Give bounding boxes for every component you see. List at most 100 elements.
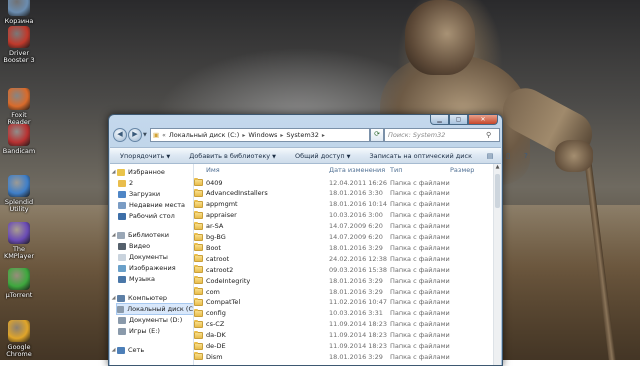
- file-row[interactable]: 0409 12.04.2011 16:26 Папка с файлами: [194, 177, 494, 188]
- desktop-icon-bandicam[interactable]: Bandicam: [0, 124, 38, 155]
- address-bar[interactable]: ▣ « Локальный диск (C:) ▸ Windows ▸ Syst…: [150, 128, 370, 142]
- nav-images[interactable]: Изображения: [118, 263, 176, 273]
- file-date: 09.03.2016 15:38: [329, 265, 388, 274]
- desktop-icon-kmplayer[interactable]: The KMPlayer: [0, 222, 38, 260]
- help-icon[interactable]: ?: [520, 151, 532, 161]
- file-row[interactable]: CodeIntegrity 18.01.2016 3:29 Папка с файл…: [194, 275, 494, 286]
- desktop-icon-google-chrome[interactable]: Google Chrome: [0, 320, 38, 358]
- recent-pages-dropdown[interactable]: ▼: [143, 132, 149, 138]
- music-icon: [118, 275, 126, 283]
- maximize-button[interactable]: ▢: [449, 115, 468, 125]
- nav-desktop[interactable]: Рабочий стол: [118, 211, 175, 221]
- file-name: CompatTel: [206, 298, 241, 307]
- file-date: 18.01.2016 3:30: [329, 189, 383, 198]
- folder-icon: [194, 297, 203, 306]
- expand-icon[interactable]: ◢: [110, 232, 117, 238]
- nav-network[interactable]: ◢ Сеть: [110, 345, 145, 355]
- expand-icon[interactable]: ◢: [110, 347, 117, 353]
- forward-button[interactable]: ▶: [128, 128, 142, 142]
- burn-label: Записать на оптический диск: [369, 151, 472, 160]
- title-bar[interactable]: ▁ ▢ ✕: [109, 115, 502, 125]
- nav-computer[interactable]: ◢ Компьютер: [110, 293, 167, 303]
- search-input[interactable]: [385, 131, 486, 139]
- expand-icon[interactable]: ◢: [110, 295, 117, 301]
- desktop-icon-label: Splendid Utility: [4, 198, 34, 213]
- kmplayer-icon: [8, 222, 30, 244]
- navigation-pane: ◢ Избранное 2 Загрузки Недавние места Раб…: [110, 164, 194, 365]
- nav-desktop-label: Рабочий стол: [129, 212, 175, 220]
- window-controls: ▁ ▢ ✕: [430, 115, 498, 125]
- preview-pane-icon[interactable]: ▯: [502, 151, 514, 161]
- nav-favorite-2[interactable]: 2: [118, 178, 133, 188]
- share-menu[interactable]: Общий доступ ▼: [285, 152, 360, 160]
- file-row[interactable]: de-DE 11.09.2014 18:23 Папка с файлами: [194, 341, 494, 352]
- file-row[interactable]: appraiser 10.03.2016 3:00 Папка с файлами: [194, 210, 494, 221]
- nav-recent-places[interactable]: Недавние места: [118, 200, 185, 210]
- nav-downloads[interactable]: Загрузки: [118, 189, 160, 199]
- file-row[interactable]: catroot2 09.03.2016 15:38 Папка с файлами: [194, 264, 494, 275]
- desktop-icon-recycle-bin[interactable]: Корзина: [0, 0, 38, 25]
- nav-music[interactable]: Музыка: [118, 274, 155, 284]
- chevron-right-icon[interactable]: ▸: [321, 132, 326, 139]
- vertical-scrollbar[interactable]: ▲: [493, 164, 501, 365]
- file-row[interactable]: da-DK 11.09.2014 18:23 Папка с файлами: [194, 330, 494, 341]
- driver-booster-icon: [8, 26, 30, 48]
- view-options-icon[interactable]: ▤: [484, 151, 496, 161]
- close-button[interactable]: ✕: [468, 115, 498, 125]
- file-row[interactable]: CompatTel 11.02.2016 10:47 Папка с файлами: [194, 297, 494, 308]
- file-name: appmgmt: [206, 200, 238, 209]
- desktop-icon-splendid-utility[interactable]: Splendid Utility: [0, 175, 38, 213]
- file-row[interactable]: config 10.03.2016 3:31 Папка с файлами: [194, 308, 494, 319]
- file-row[interactable]: cs-CZ 11.09.2014 18:23 Папка с файлами: [194, 319, 494, 330]
- desktop-icon-utorrent[interactable]: µTorrent: [0, 268, 38, 299]
- breadcrumb-local-disk[interactable]: Локальный диск (C:): [167, 131, 242, 139]
- nav-documents-d[interactable]: Документы (D:): [118, 315, 182, 325]
- file-row[interactable]: ar-SA 14.07.2009 6:20 Папка с файлами: [194, 221, 494, 232]
- nav-video[interactable]: Видео: [118, 241, 150, 251]
- desktop-icon-driver-booster[interactable]: Driver Booster 3: [0, 26, 38, 64]
- breadcrumb-windows[interactable]: Windows: [246, 131, 279, 139]
- organize-menu[interactable]: Упорядочить ▼: [110, 152, 179, 160]
- file-row[interactable]: AdvancedInstallers 18.01.2016 3:30 Папка с…: [194, 188, 494, 199]
- recycle-bin-icon: [8, 0, 30, 16]
- folder-icon: [194, 330, 203, 339]
- search-icon[interactable]: ⚲: [486, 131, 491, 139]
- search-box: ⚲: [384, 128, 500, 142]
- nav-local-disk-c[interactable]: Локальный диск (C: [116, 303, 193, 315]
- file-type: Папка с файлами: [390, 342, 450, 350]
- file-row[interactable]: Dism 18.01.2016 3:29 Папка с файлами: [194, 351, 494, 362]
- expand-icon[interactable]: ◢: [110, 169, 117, 175]
- refresh-button[interactable]: ⟳: [370, 128, 384, 142]
- minimize-button[interactable]: ▁: [430, 115, 449, 125]
- file-date: 24.02.2016 12:38: [329, 254, 388, 263]
- nav-libraries[interactable]: ◢ Библиотеки: [110, 230, 169, 240]
- folder-icon: [194, 276, 203, 285]
- folder-icon: [194, 352, 203, 361]
- add-to-library-menu[interactable]: Добавить в библиотеку ▼: [179, 152, 285, 160]
- breadcrumb-system32[interactable]: System32: [284, 131, 321, 139]
- scrollbar-thumb[interactable]: [495, 174, 500, 208]
- column-type[interactable]: Тип: [390, 166, 402, 174]
- back-button[interactable]: ◀: [113, 128, 127, 142]
- nav-games-e[interactable]: Игры (E:): [118, 326, 160, 336]
- desktop-icon-foxit-reader[interactable]: Foxit Reader: [0, 88, 38, 126]
- file-name: AdvancedInstallers: [206, 189, 268, 198]
- file-name: Boot: [206, 243, 221, 252]
- file-type: Папка с файлами: [390, 222, 450, 231]
- nav-favorites[interactable]: ◢ Избранное: [110, 167, 165, 177]
- file-row[interactable]: appmgmt 18.01.2016 10:14 Папка с файлами: [194, 199, 494, 210]
- file-row[interactable]: catroot 24.02.2016 12:38 Папка с файлами: [194, 253, 494, 264]
- column-date[interactable]: Дата изменения: [329, 166, 385, 174]
- file-row[interactable]: bg-BG 14.07.2009 6:20 Папка с файлами: [194, 232, 494, 243]
- scroll-up-icon[interactable]: ▲: [494, 164, 501, 172]
- google-chrome-icon: [8, 320, 30, 342]
- column-size[interactable]: Размер: [450, 166, 474, 174]
- file-name: catroot2: [206, 265, 234, 274]
- column-name[interactable]: Имя: [206, 166, 220, 174]
- file-row[interactable]: com 18.01.2016 3:29 Папка с файлами: [194, 286, 494, 297]
- file-row[interactable]: Boot 18.01.2016 3:29 Папка с файлами: [194, 242, 494, 253]
- nav-recent-places-label: Недавние места: [129, 201, 185, 209]
- desktop-icon: [118, 212, 126, 220]
- burn-button[interactable]: Записать на оптический диск: [360, 152, 481, 160]
- nav-documents[interactable]: Документы: [118, 252, 168, 262]
